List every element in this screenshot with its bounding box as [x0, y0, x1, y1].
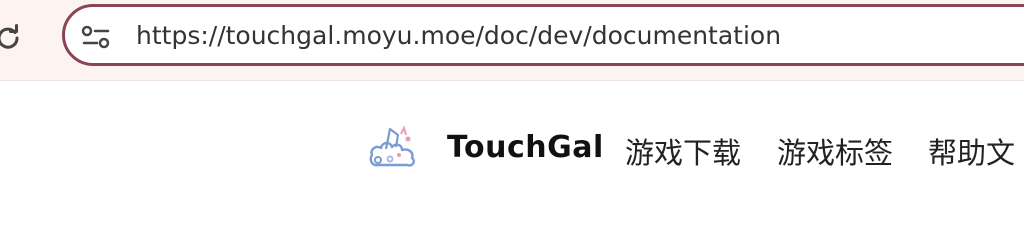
address-bar[interactable]: https://touchgal.moyu.moe/doc/dev/docume… [62, 4, 1024, 66]
reload-button[interactable] [0, 21, 24, 53]
touchgal-logo [369, 125, 415, 167]
browser-toolbar: https://touchgal.moyu.moe/doc/dev/docume… [0, 0, 1024, 81]
brand-name: TouchGal [447, 129, 604, 165]
nav-link-help-docs[interactable]: 帮助文 [928, 130, 1015, 172]
site-navbar: TouchGal 游戏下载 游戏标签 帮助文 [0, 81, 1024, 234]
reload-icon [0, 24, 19, 49]
site-info-button[interactable] [81, 24, 111, 50]
nav-link-game-tags[interactable]: 游戏标签 [777, 130, 893, 172]
url-text[interactable]: https://touchgal.moyu.moe/doc/dev/docume… [136, 21, 781, 50]
brand-home-link[interactable]: TouchGal [368, 125, 604, 169]
tune-icon [81, 25, 110, 49]
nav-link-game-download[interactable]: 游戏下载 [625, 130, 741, 172]
